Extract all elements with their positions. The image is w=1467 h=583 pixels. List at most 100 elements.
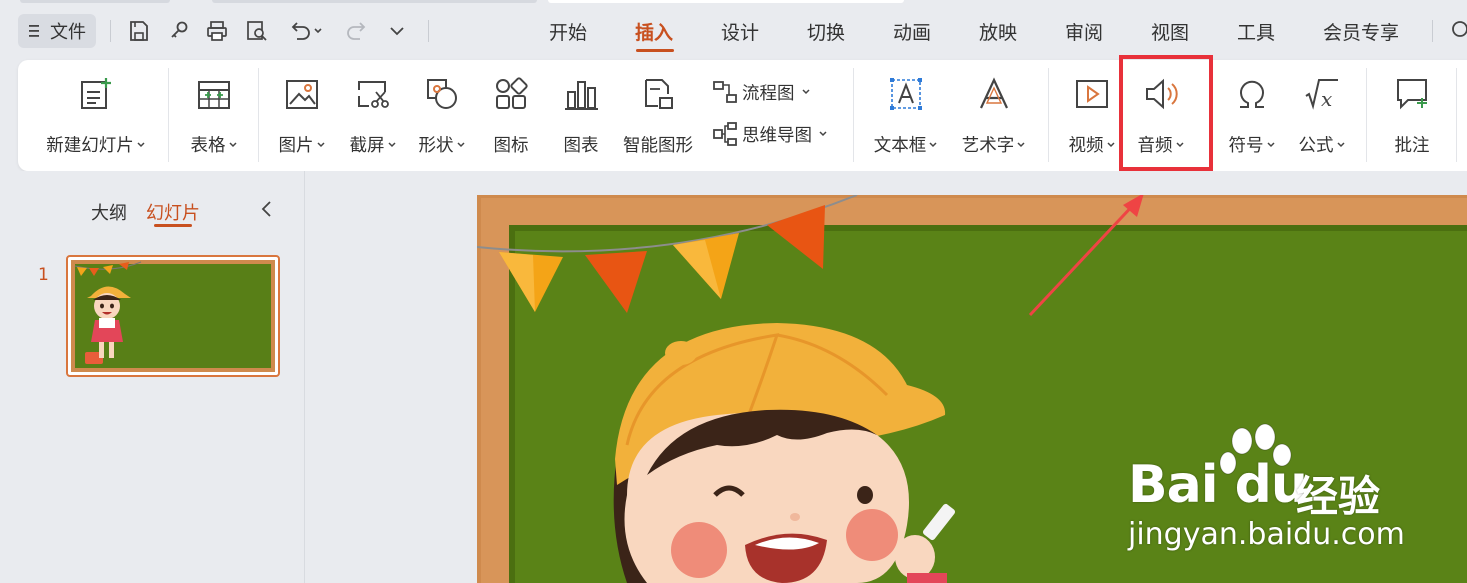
icon-button[interactable]: 图标 [486, 74, 536, 164]
divider [258, 68, 259, 162]
shape-button[interactable]: 形状 [414, 74, 470, 164]
divider [110, 20, 111, 42]
textbox-icon [890, 78, 922, 110]
tab-review[interactable]: 审阅 [1065, 18, 1103, 45]
slide-thumbnail[interactable] [66, 255, 280, 377]
smart-art-icon [645, 79, 673, 109]
watermark-cn: 经验 [1296, 472, 1381, 521]
formula-label: 公式 [1298, 136, 1334, 156]
chevron-down-icon [456, 141, 465, 147]
tab-insert[interactable]: 插入 [635, 18, 673, 45]
chevron-down-icon [137, 141, 145, 147]
menu-bar: 文件 开始 插入 设计 切换 动画 放映 审阅 视图 工具 会员专享 [0, 0, 1467, 60]
new-slide-label: 新建幻灯片 [46, 136, 134, 156]
file-menu-label: 文件 [50, 22, 86, 43]
video-label: 视频 [1068, 136, 1104, 156]
textbox-label: 文本框 [873, 136, 927, 156]
chevron-down-icon [1017, 141, 1025, 147]
divider [1048, 68, 1049, 162]
icon-library-icon [496, 77, 528, 109]
hamburger-icon [29, 25, 39, 37]
divider [428, 20, 429, 42]
wordart-icon [980, 77, 1008, 109]
chevron-down-icon [228, 141, 237, 147]
save-icon[interactable] [124, 16, 154, 46]
mindmap-label: 思维导图 [742, 125, 812, 146]
chevron-down-icon [1266, 141, 1275, 147]
print-preview-icon[interactable] [242, 16, 272, 46]
comment-label: 批注 [1394, 136, 1430, 156]
slide-number: 1 [38, 265, 49, 285]
icon-label: 图标 [493, 136, 529, 156]
chevron-down-icon [1106, 141, 1115, 147]
watermark-url: jingyan.baidu.com [1128, 517, 1405, 552]
chevron-down-icon [387, 141, 396, 147]
watermark-brand: Bai du [1128, 455, 1308, 515]
chart-label: 图表 [563, 136, 599, 156]
divider [1366, 68, 1367, 162]
chevron-down-icon [819, 131, 827, 137]
symbol-label: 符号 [1228, 136, 1264, 156]
shape-label: 形状 [418, 136, 454, 156]
new-slide-button[interactable]: 新建幻灯片 [43, 74, 149, 164]
tab-membership[interactable]: 会员专享 [1323, 18, 1399, 45]
symbol-button[interactable]: 符号 [1224, 74, 1280, 164]
smart-art-label: 智能图形 [623, 136, 693, 156]
table-icon [198, 81, 230, 109]
redo-icon[interactable] [342, 16, 372, 46]
formula-icon: x [1305, 79, 1338, 111]
chevron-down-icon [316, 141, 325, 147]
chart-button[interactable]: 图表 [556, 74, 606, 164]
tab-tools[interactable]: 工具 [1237, 18, 1275, 45]
table-button[interactable]: 表格 [184, 74, 244, 164]
comment-icon [1397, 79, 1427, 110]
picture-label: 图片 [278, 136, 314, 156]
print-icon[interactable] [202, 16, 232, 46]
mindmap-button[interactable]: 思维导图 [712, 120, 828, 148]
tab-transition[interactable]: 切换 [807, 18, 845, 45]
divider [168, 68, 169, 162]
flowchart-icon [713, 81, 737, 103]
chevron-down-icon [929, 141, 937, 147]
tab-hint [212, 0, 537, 3]
formula-button[interactable]: x 公式 [1294, 74, 1350, 164]
video-button[interactable]: 视频 [1064, 74, 1120, 164]
divider [853, 68, 854, 162]
divider [1432, 20, 1433, 42]
new-slide-icon [81, 78, 111, 109]
table-label: 表格 [190, 136, 226, 156]
active-tab-underline [154, 224, 192, 227]
screenshot-icon [358, 81, 389, 108]
slide-panel: 大纲 幻灯片 1 [0, 171, 305, 583]
screenshot-button[interactable]: 截屏 [344, 74, 402, 164]
flowchart-label: 流程图 [742, 83, 795, 104]
tab-slides[interactable]: 幻灯片 [146, 199, 200, 225]
link-icon[interactable] [164, 16, 194, 46]
smart-art-button[interactable]: 智能图形 [620, 74, 696, 164]
textbox-button[interactable]: 文本框 [870, 74, 942, 164]
wordart-button[interactable]: 艺术字 [958, 74, 1030, 164]
tab-hint [20, 0, 170, 3]
chevron-left-icon[interactable] [258, 199, 276, 219]
file-menu-button[interactable]: 文件 [18, 14, 96, 48]
tab-view[interactable]: 视图 [1151, 18, 1189, 45]
svg-text:x: x [1321, 87, 1332, 111]
flowchart-button[interactable]: 流程图 [712, 78, 811, 106]
wordart-label: 艺术字 [961, 136, 1015, 156]
undo-icon[interactable] [284, 16, 328, 46]
tab-slideshow[interactable]: 放映 [979, 18, 1017, 45]
screenshot-label: 截屏 [349, 136, 385, 156]
comment-button[interactable]: 批注 [1384, 74, 1440, 164]
tab-hint [548, 0, 904, 3]
picture-button[interactable]: 图片 [274, 74, 330, 164]
mindmap-icon [713, 122, 737, 146]
tab-outline[interactable]: 大纲 [91, 199, 127, 225]
search-icon[interactable] [1448, 18, 1467, 42]
tab-design[interactable]: 设计 [721, 18, 759, 45]
shape-icon [427, 79, 457, 109]
tab-animation[interactable]: 动画 [893, 18, 931, 45]
tab-home[interactable]: 开始 [549, 18, 587, 45]
slide-thumbnail-image [71, 260, 275, 372]
more-icon[interactable] [382, 16, 412, 46]
omega-icon [1240, 80, 1264, 108]
